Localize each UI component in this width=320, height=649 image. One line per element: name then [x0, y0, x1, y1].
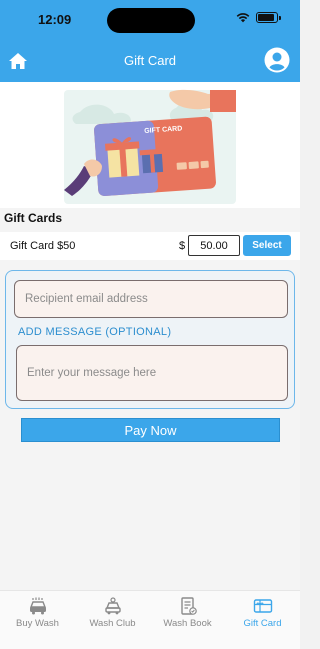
tab-label: Gift Card — [243, 618, 282, 629]
section-title: Gift Cards — [4, 211, 63, 225]
wifi-icon — [236, 13, 250, 23]
gift-card-illustration: GIFT CARD — [0, 82, 300, 208]
dynamic-island — [107, 8, 195, 33]
select-button[interactable]: Select — [243, 235, 291, 256]
status-bar: 12:09 — [0, 0, 300, 40]
main-content: GIFT CARD Gift Cards Gift Card $50 $ Sel… — [0, 82, 300, 590]
recipient-email-input[interactable] — [14, 280, 288, 318]
tab-wash-club[interactable]: Wash Club — [75, 591, 150, 649]
tab-gift-card[interactable]: Gift Card — [225, 591, 300, 649]
battery-icon — [256, 12, 281, 23]
tab-buy-wash[interactable]: Buy Wash — [0, 591, 75, 649]
gift-card-row: Gift Card $50 $ Select — [0, 232, 300, 260]
gift-card-image: GIFT CARD — [64, 89, 236, 204]
header-bar: Gift Card — [0, 40, 300, 82]
status-icons — [236, 12, 281, 23]
tab-label: Buy Wash — [16, 618, 59, 629]
tab-label: Wash Club — [89, 618, 136, 629]
page-title: Gift Card — [123, 53, 176, 68]
tab-label: Wash Book — [163, 618, 212, 629]
wash-book-icon — [180, 597, 197, 615]
message-input[interactable] — [16, 345, 288, 401]
account-icon[interactable] — [264, 47, 290, 73]
add-message-label: ADD MESSAGE (OPTIONAL) — [18, 326, 172, 338]
currency-symbol: $ — [179, 240, 186, 252]
wash-club-icon — [104, 597, 121, 615]
gift-card-name: Gift Card $50 — [10, 240, 76, 252]
gift-form-panel: ADD MESSAGE (OPTIONAL) — [5, 270, 295, 409]
tab-wash-book[interactable]: Wash Book — [150, 591, 225, 649]
amount-input[interactable] — [188, 235, 240, 256]
bottom-tab-bar: Buy Wash Wash Club Wash Book Gift Card — [0, 590, 300, 649]
pay-now-button[interactable]: Pay Now — [21, 418, 280, 442]
car-wash-icon — [29, 597, 46, 615]
status-time: 12:09 — [38, 12, 72, 27]
gift-card-icon — [253, 599, 272, 613]
